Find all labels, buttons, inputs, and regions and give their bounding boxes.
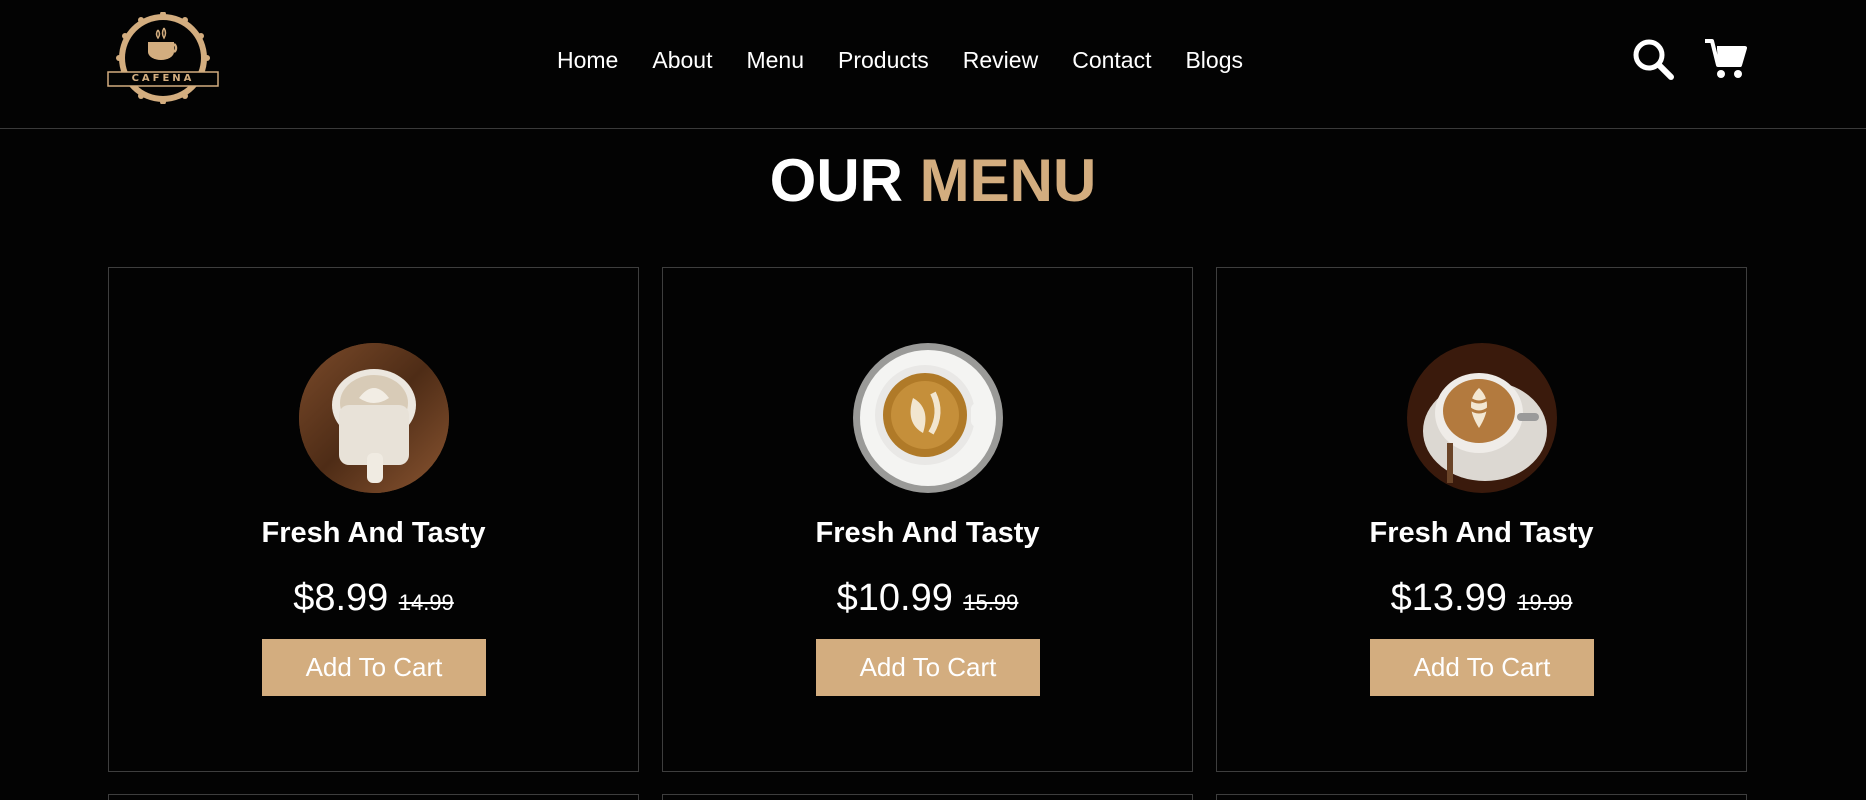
menu-item-title: Fresh And Tasty	[815, 517, 1040, 549]
menu-card: Fresh And Tasty $10.99 15.99 Add To Cart	[662, 267, 1193, 772]
menu-card: Fresh And Tasty $8.99 14.99 Add To Cart	[108, 267, 639, 772]
price-line: $13.99 19.99	[1217, 573, 1746, 631]
cart-icon	[1705, 39, 1747, 78]
nav-link-products[interactable]: Products	[838, 44, 929, 76]
nav-link-menu[interactable]: Menu	[746, 44, 804, 76]
search-icon	[1633, 39, 1674, 80]
nav-link-home[interactable]: Home	[557, 44, 618, 76]
main-nav: Home About Menu Products Review Contact …	[540, 44, 1260, 76]
price-line: $8.99 14.99	[109, 573, 638, 631]
nav-link-review[interactable]: Review	[963, 44, 1038, 76]
nav-link-about[interactable]: About	[652, 44, 712, 76]
section-title-part2: MENU	[919, 147, 1097, 214]
old-price: 15.99	[963, 590, 1019, 615]
site-header: CAFENA Home About Menu Products Review C…	[0, 0, 1866, 129]
menu-item-image	[1407, 343, 1557, 493]
section-title: OUR MENU	[0, 146, 1866, 216]
price-line: $10.99 15.99	[663, 573, 1192, 631]
latte-cup-image	[853, 343, 1003, 493]
menu-card-partial	[108, 794, 639, 800]
menu-item-image	[299, 343, 449, 493]
add-to-cart-button[interactable]: Add To Cart	[262, 639, 486, 696]
cafena-logo[interactable]: CAFENA	[106, 11, 220, 105]
old-price: 14.99	[398, 590, 454, 615]
menu-card-partial	[1216, 794, 1747, 800]
menu-card-partial	[662, 794, 1193, 800]
nav-link-blogs[interactable]: Blogs	[1185, 44, 1243, 76]
logo-text: CAFENA	[131, 73, 195, 84]
menu-item-title: Fresh And Tasty	[261, 517, 486, 549]
price: $8.99	[293, 577, 389, 619]
add-to-cart-button[interactable]: Add To Cart	[816, 639, 1040, 696]
section-title-part1: OUR	[769, 147, 903, 214]
search-button[interactable]	[1630, 36, 1676, 82]
nav-link-contact[interactable]: Contact	[1072, 44, 1151, 76]
cappuccino-saucer-image	[1407, 343, 1557, 493]
menu-item-title: Fresh And Tasty	[1369, 517, 1594, 549]
price: $10.99	[836, 577, 953, 619]
add-to-cart-button[interactable]: Add To Cart	[1370, 639, 1594, 696]
menu-item-image	[853, 343, 1003, 493]
logo-badge-icon	[107, 11, 219, 105]
cart-button[interactable]	[1703, 36, 1749, 82]
old-price: 19.99	[1517, 590, 1573, 615]
menu-card: Fresh And Tasty $13.99 19.99 Add To Cart	[1216, 267, 1747, 772]
coffee-mug-image	[299, 343, 449, 493]
price: $13.99	[1390, 577, 1507, 619]
